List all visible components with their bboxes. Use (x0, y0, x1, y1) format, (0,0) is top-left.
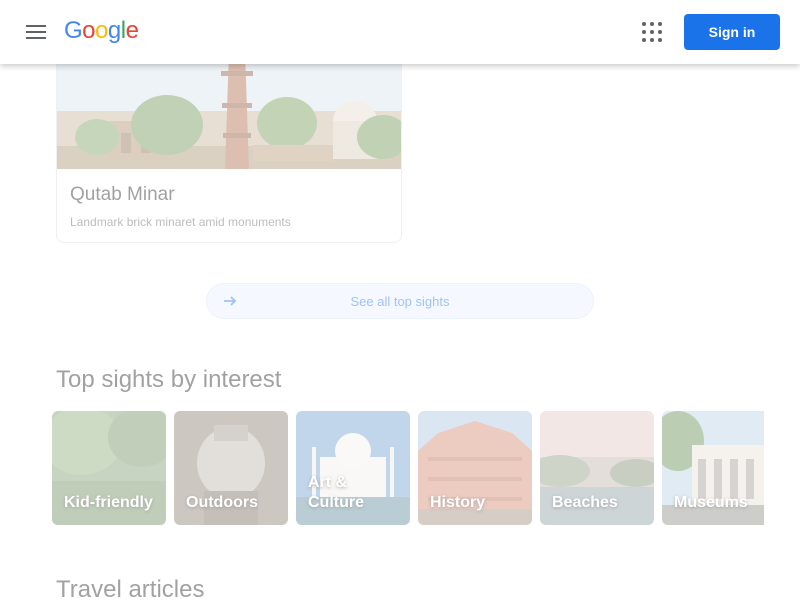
interests-section-title: Top sights by interest (56, 366, 282, 393)
hamburger-menu-icon[interactable] (24, 20, 48, 44)
logo-letter: g (107, 17, 121, 44)
interest-chip-outdoors[interactable]: Outdoors (174, 411, 288, 525)
sight-description: Landmark brick minaret amid monuments (70, 215, 291, 229)
sign-in-button[interactable]: Sign in (684, 14, 780, 50)
logo-letter: o (95, 17, 108, 44)
travel-articles-title: Travel articles (56, 576, 205, 600)
interest-chip-art-culture[interactable]: Art & Culture (296, 411, 410, 525)
logo-letter: e (125, 17, 139, 44)
interest-chip-museums[interactable]: Museums (662, 411, 764, 525)
logo-letter: o (82, 17, 96, 44)
chip-label: Outdoors (186, 494, 258, 511)
chip-label: History (430, 494, 486, 511)
chip-label: Beaches (552, 494, 618, 511)
see-all-label: See all top sights (350, 294, 450, 309)
apps-grid-icon[interactable] (640, 20, 664, 44)
logo-letter: G (64, 17, 83, 44)
interest-carousel: Kid-friendly Outdoors Art & Culture Hist… (52, 411, 764, 525)
top-app-bar: Google Sign in (0, 0, 800, 64)
chip-label: Art & Culture (308, 474, 364, 511)
interest-chip-beaches[interactable]: Beaches (540, 411, 654, 525)
interest-chip-kid-friendly[interactable]: Kid-friendly (52, 411, 166, 525)
chip-label: Museums (674, 494, 748, 511)
sight-title: Qutab Minar (70, 184, 175, 205)
interest-chip-history[interactable]: History (418, 411, 532, 525)
chip-label: Kid-friendly (64, 494, 153, 511)
sight-card[interactable]: Qutab Minar Landmark brick minaret amid … (56, 40, 402, 243)
see-all-top-sights-button[interactable]: See all top sights (206, 283, 594, 319)
page: Qutab Minar Landmark brick minaret amid … (0, 0, 800, 600)
main-content: Qutab Minar Landmark brick minaret amid … (0, 0, 800, 600)
google-logo[interactable]: Google (64, 17, 139, 45)
